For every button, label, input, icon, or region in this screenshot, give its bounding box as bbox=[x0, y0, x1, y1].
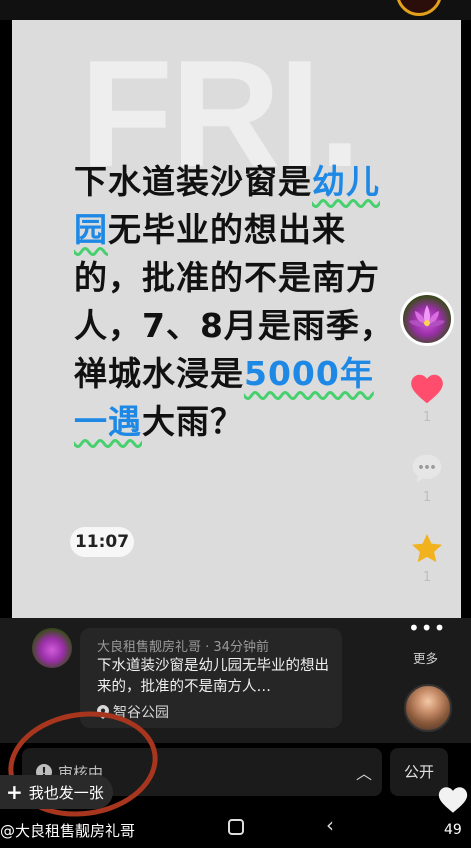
time-badge: 11:07 bbox=[70, 527, 134, 557]
author-avatar[interactable] bbox=[400, 292, 454, 346]
star-icon bbox=[411, 533, 443, 563]
comment-count: 1 bbox=[422, 490, 432, 505]
user-handle[interactable]: @大良租售靓房礼哥 bbox=[0, 820, 135, 841]
post-headline: 下水道装沙窗是幼儿园无毕业的想出来的，批准的不是南方人，7、8月是雨季，禅城水浸… bbox=[74, 158, 404, 446]
comment-icon bbox=[412, 454, 442, 483]
more-label[interactable]: 更多 bbox=[413, 648, 438, 667]
like-action[interactable]: 1 bbox=[396, 370, 458, 425]
plus-icon: + bbox=[6, 780, 23, 804]
caption-text: 下水道装沙窗是幼儿园无毕业的想出来的，批准的不是南方人… bbox=[97, 658, 329, 695]
comment-action[interactable]: 1 bbox=[396, 450, 458, 505]
post-image-card[interactable]: FRI. 下水道装沙窗是幼儿园无毕业的想出来的，批准的不是南方人，7、8月是雨季… bbox=[12, 20, 461, 618]
lotus-icon bbox=[409, 305, 445, 327]
heart-icon bbox=[411, 374, 443, 404]
favorite-count: 1 bbox=[422, 570, 432, 585]
more-icon[interactable]: ••• bbox=[408, 616, 446, 640]
app-screen: FRI. 下水道装沙窗是幼儿园无毕业的想出来的，批准的不是南方人，7、8月是雨季… bbox=[0, 0, 471, 848]
like-count: 1 bbox=[422, 410, 432, 425]
back-nav-icon[interactable]: ‹ bbox=[326, 813, 334, 837]
caption-meta: 大良租售靓房礼哥 · 34分钟前 bbox=[97, 640, 269, 655]
home-nav-icon[interactable] bbox=[228, 819, 244, 835]
post-too-label: 我也发一张 bbox=[28, 784, 104, 802]
friend-avatar[interactable] bbox=[404, 684, 452, 732]
caption-author-avatar[interactable] bbox=[32, 628, 72, 668]
post-too-button[interactable]: + 我也发一张 bbox=[0, 775, 113, 809]
headline-text: 下水道装沙窗是 bbox=[74, 162, 312, 201]
chevron-up-icon[interactable]: ︿ bbox=[356, 760, 372, 784]
favorite-action[interactable]: 1 bbox=[396, 530, 458, 585]
headline-text: 大雨？ bbox=[142, 402, 244, 441]
